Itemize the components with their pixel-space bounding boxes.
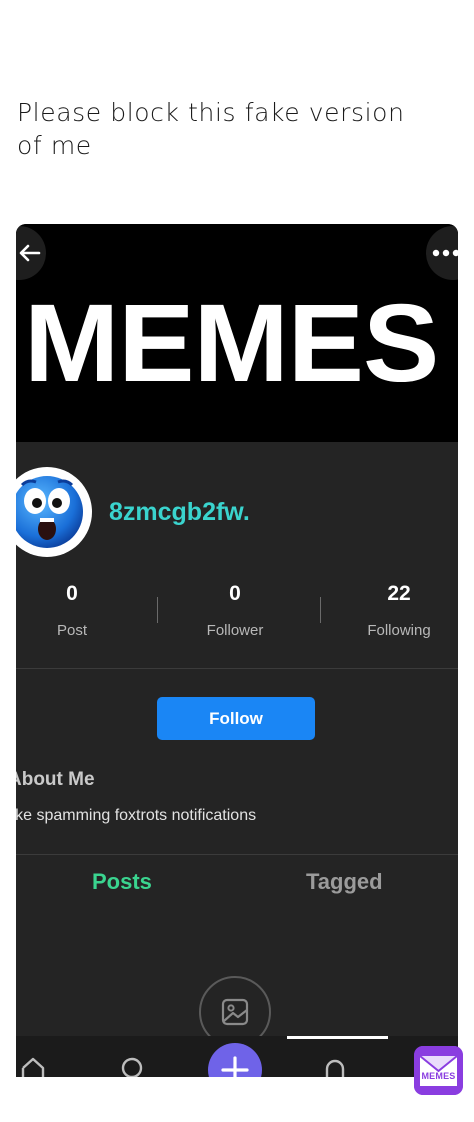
- stat-posts[interactable]: 0 Post: [16, 582, 142, 639]
- image-icon: [221, 998, 249, 1026]
- search-icon[interactable]: [120, 1056, 146, 1077]
- back-arrow-icon: [19, 244, 41, 262]
- bell-icon[interactable]: [322, 1056, 348, 1077]
- username: 8zmcgb2fw.: [109, 498, 250, 526]
- tab-posts[interactable]: Posts: [92, 869, 152, 895]
- post-caption: Please block this fake version of me: [17, 98, 405, 160]
- more-button[interactable]: [426, 226, 458, 280]
- watermark-text: MEMES: [421, 1071, 456, 1081]
- stat-value: 0: [66, 582, 78, 605]
- tab-indicator: [287, 1036, 388, 1039]
- back-button[interactable]: [16, 226, 46, 280]
- avatar[interactable]: [16, 467, 92, 557]
- stat-following[interactable]: 22 Following: [329, 582, 458, 639]
- memes-logo: MEMES: [414, 1046, 463, 1095]
- follow-button[interactable]: Follow: [157, 697, 315, 740]
- about-heading: About Me: [16, 769, 95, 790]
- profile-banner: MEMES: [16, 224, 458, 442]
- divider: [16, 668, 458, 669]
- stat-divider: [157, 597, 158, 623]
- stat-value: 22: [387, 582, 411, 605]
- stat-value: 0: [229, 582, 241, 605]
- stat-followers[interactable]: 0 Follower: [165, 582, 305, 639]
- home-icon[interactable]: [20, 1056, 46, 1077]
- stat-label: Post: [56, 622, 87, 639]
- tab-tagged[interactable]: Tagged: [306, 869, 383, 895]
- divider: [16, 854, 458, 855]
- banner-text: MEMES: [24, 282, 439, 405]
- profile-screenshot: MEMES 8zmcgb2fw. 0 Post 0 Follower 22 Fo…: [16, 224, 458, 1077]
- stat-label: Follower: [206, 622, 264, 639]
- stat-label: Following: [367, 622, 431, 639]
- about-text: like spamming foxtrots notifications: [16, 807, 257, 824]
- more-icon: [432, 249, 458, 257]
- stat-divider: [320, 597, 321, 623]
- add-icon: [221, 1056, 249, 1077]
- shocked-emoji-icon: [16, 472, 87, 552]
